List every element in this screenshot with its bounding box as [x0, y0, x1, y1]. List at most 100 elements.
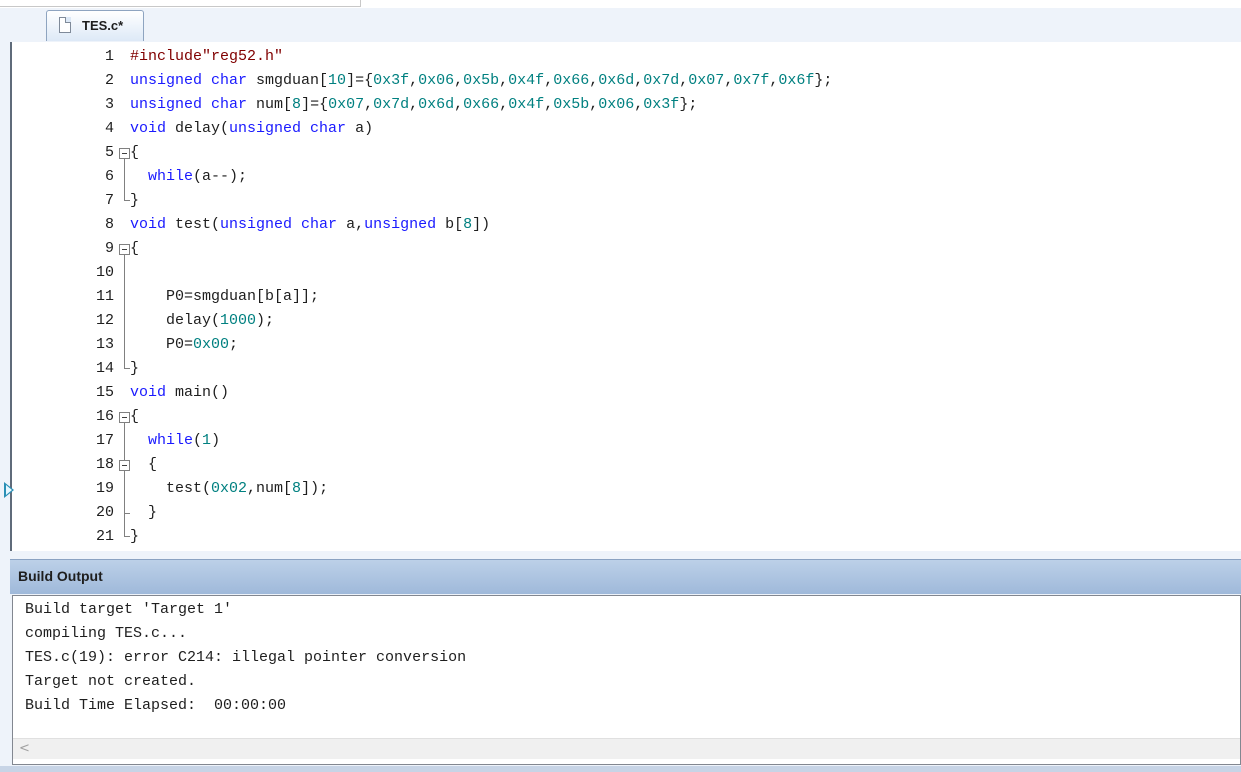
code-token: unsigned char — [130, 96, 248, 113]
code-token: 0x7f — [733, 72, 770, 89]
line-number: 4 — [104, 120, 114, 137]
code-token: ]) — [472, 216, 491, 233]
code-token: while — [148, 168, 194, 185]
code-text: unsigned char smgduan[10]={0x3f,0x06,0x5… — [130, 69, 832, 93]
scroll-left-arrow-icon[interactable]: < — [19, 741, 30, 756]
ide-window: TES.c* 1 #include"reg52.h" 2 unsigned char … — [0, 0, 1241, 772]
horizontal-scrollbar[interactable]: < — [13, 738, 1240, 759]
code-line[interactable]: 9{ — [12, 237, 1241, 261]
line-number: 13 — [95, 336, 114, 353]
code-token: , — [499, 96, 509, 113]
fold-collapse-icon[interactable] — [119, 460, 130, 471]
tab-tes-c[interactable]: TES.c* — [46, 10, 144, 41]
code-line[interactable]: 5{ — [12, 141, 1241, 165]
code-token: }; — [814, 72, 833, 89]
code-editor[interactable]: 1 #include"reg52.h" 2 unsigned char smgduan… — [10, 42, 1241, 551]
fold-guide-line — [124, 423, 125, 525]
build-output-title: Build Output — [18, 568, 103, 584]
code-token: , — [589, 72, 599, 89]
code-token: 0x4f — [508, 72, 545, 89]
code-line[interactable]: 2 unsigned char smgduan[10]={0x3f,0x06,0x… — [12, 69, 1241, 93]
line-number: 17 — [95, 432, 114, 449]
code-token: , — [634, 96, 644, 113]
code-token: 0x7d — [373, 96, 410, 113]
code-token: , — [589, 96, 599, 113]
code-token: 0x5b — [463, 72, 500, 89]
code-text: { — [130, 141, 139, 165]
code-token: , — [454, 72, 464, 89]
code-token: ); — [256, 312, 275, 329]
code-token: ) — [211, 432, 221, 449]
fold-collapse-icon[interactable] — [119, 244, 130, 255]
code-token: , — [454, 96, 464, 113]
code-text: { — [130, 237, 139, 261]
file-icon — [59, 17, 71, 33]
code-token: ]={ — [301, 96, 329, 113]
code-line[interactable]: 7} — [12, 189, 1241, 213]
code-token: { — [130, 144, 140, 161]
code-token: delay( — [130, 312, 221, 329]
code-text: void test(unsigned char a,unsigned b[8]) — [130, 213, 490, 237]
code-line[interactable]: 15 void main() — [12, 381, 1241, 405]
fold-collapse-icon[interactable] — [119, 148, 130, 159]
code-token: , — [364, 96, 374, 113]
output-line: Build Time Elapsed: 00:00:00 — [25, 697, 287, 714]
build-output-panel: Build Output Build target 'Target 1' com… — [10, 551, 1241, 772]
line-number: 7 — [104, 192, 114, 209]
code-token: ; — [229, 336, 239, 353]
code-token: void — [130, 384, 167, 401]
line-number: 18 — [95, 456, 114, 473]
code-token: , — [634, 72, 644, 89]
line-number: 15 — [95, 384, 114, 401]
code-token: 1 — [202, 432, 212, 449]
code-line[interactable]: 4 void delay(unsigned char a) — [12, 117, 1241, 141]
fold-end-marker — [124, 525, 130, 537]
code-line[interactable]: 17 while(1) — [12, 429, 1241, 453]
code-token: 0x66 — [553, 72, 590, 89]
code-token: 0x66 — [463, 96, 500, 113]
code-token: unsigned char — [229, 120, 347, 137]
code-line[interactable]: 12 delay(1000); — [12, 309, 1241, 333]
code-text: { — [130, 405, 139, 429]
code-token: 8 — [292, 480, 302, 497]
output-line: Build target 'Target 1' — [25, 601, 233, 618]
code-line[interactable]: 3 unsigned char num[8]={0x07,0x7d,0x6d,0x… — [12, 93, 1241, 117]
code-token: while — [148, 432, 194, 449]
line-number: 8 — [104, 216, 114, 233]
code-token: } — [130, 504, 158, 521]
code-line[interactable]: 11 P0=smgduan[b[a]]; — [12, 285, 1241, 309]
code-line[interactable]: 18 { — [12, 453, 1241, 477]
code-token: 0x06 — [418, 72, 455, 89]
code-line[interactable]: 1 #include"reg52.h" — [12, 45, 1241, 69]
code-text: } — [130, 357, 139, 381]
code-token: , — [769, 72, 779, 89]
code-text: } — [130, 525, 139, 549]
code-token: }; — [679, 96, 698, 113]
code-line[interactable]: 16 { — [12, 405, 1241, 429]
code-text: } — [130, 501, 157, 525]
fold-collapse-icon[interactable] — [119, 412, 130, 423]
code-token: 0x7d — [643, 72, 680, 89]
code-line[interactable]: 19 test(0x02,num[8]); — [12, 477, 1241, 501]
code-line[interactable]: 10 — [12, 261, 1241, 285]
code-token: 0x5b — [553, 96, 590, 113]
code-line[interactable]: 21} — [12, 525, 1241, 549]
output-line: TES.c(19): error C214: illegal pointer c… — [25, 649, 467, 666]
code-line[interactable]: 20 } — [12, 501, 1241, 525]
line-number: 20 — [95, 504, 114, 521]
build-output-text[interactable]: Build target 'Target 1' compiling TES.c.… — [12, 595, 1241, 765]
code-line[interactable]: 14} — [12, 357, 1241, 381]
line-number: 21 — [95, 528, 114, 545]
code-line[interactable]: 6 while(a--); — [12, 165, 1241, 189]
left-margin — [0, 42, 10, 772]
line-number: 2 — [104, 72, 114, 89]
code-line[interactable]: 13 P0=0x00; — [12, 333, 1241, 357]
code-token: , — [544, 96, 554, 113]
code-token: 0x6d — [418, 96, 455, 113]
code-token: main() — [166, 384, 230, 401]
code-line[interactable]: 8 void test(unsigned char a,unsigned b[8]… — [12, 213, 1241, 237]
line-number: 16 — [95, 408, 114, 425]
code-token: unsigned char — [130, 72, 248, 89]
code-token: 8 — [292, 96, 302, 113]
line-number: 3 — [104, 96, 114, 113]
